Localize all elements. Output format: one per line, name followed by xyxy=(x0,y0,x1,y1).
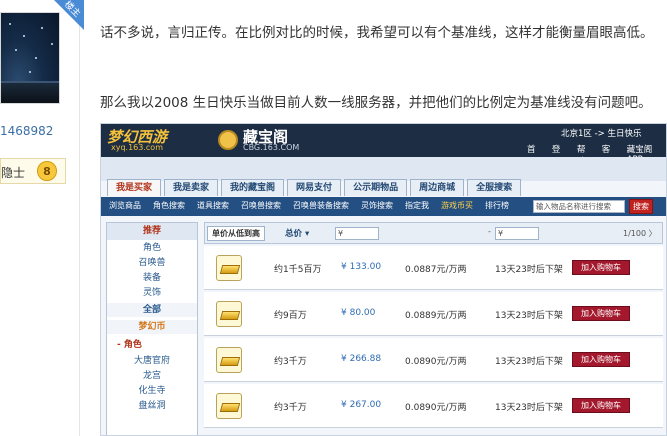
add-to-cart-button[interactable]: 加入购物车 xyxy=(572,352,630,367)
gold-ingot-icon xyxy=(216,393,242,419)
rank-level-badge: 8 xyxy=(37,161,57,181)
game-logo: 梦幻西游 xyq.163.com xyxy=(107,128,168,152)
gold-ingot-icon xyxy=(216,347,242,373)
tab-public[interactable]: 公示期物品 xyxy=(344,179,408,196)
subnav-gold-buy[interactable]: 游戏币买 xyxy=(441,200,473,211)
sidebar-category-role[interactable]: - 角色 xyxy=(107,338,197,352)
tab-seller[interactable]: 我是卖家 xyxy=(164,179,219,196)
sidebar-item-datang[interactable]: 大唐官府 xyxy=(107,354,197,368)
sidebar-item-role[interactable]: 角色 xyxy=(107,241,197,255)
subnav-ranking[interactable]: 排行榜 xyxy=(485,200,509,211)
listing-amount: 约3千万 xyxy=(274,357,307,367)
listing-unit-price: 0.0887元/万两 xyxy=(405,265,467,275)
tab-search-all[interactable]: 全服搜索 xyxy=(467,179,522,196)
subnav-accessory-search[interactable]: 灵饰搜索 xyxy=(361,200,393,211)
embedded-screenshot: 梦幻西游 xyq.163.com 藏宝阁 CBG.163.COM 北京1区 ->… xyxy=(100,123,667,436)
server-switch[interactable]: 北京1区 -> 生日快乐 xyxy=(561,127,642,139)
site-url: CBG.163.COM xyxy=(243,143,300,152)
pager[interactable]: 1/100 〉 xyxy=(623,228,657,239)
listing-amount: 约9百万 xyxy=(274,311,307,321)
category-sidebar: 推荐 角色 召唤兽 装备 灵饰 全部 梦幻币 - 角色 大唐官府 龙宫 化生寺 … xyxy=(106,222,198,435)
add-to-cart-button[interactable]: 加入购物车 xyxy=(572,306,630,321)
sidebar-item-gold[interactable]: 梦幻币 xyxy=(107,320,197,334)
sort-total-price-button[interactable]: 总价 ▾ xyxy=(285,227,309,239)
listing-time-left: 13天23时后下架 xyxy=(495,311,563,321)
item-search-input[interactable]: 输入物品名称进行搜索 xyxy=(533,200,625,213)
listing-unit-price: 0.0890元/万两 xyxy=(405,403,467,413)
subnav-pet-equip-search[interactable]: 召唤兽装备搜索 xyxy=(293,200,349,211)
sidebar-item-pansi[interactable]: 盘丝洞 xyxy=(107,399,197,413)
listing-price: ¥ 80.00 xyxy=(341,308,376,318)
user-id[interactable]: 1468982 xyxy=(0,124,53,138)
nav-zone xyxy=(101,157,666,181)
price-max-input[interactable]: ¥ xyxy=(495,227,539,240)
sidebar-item-all[interactable]: 全部 xyxy=(107,303,197,317)
gold-ingot-icon xyxy=(216,255,242,281)
sidebar-item-longgong[interactable]: 龙宫 xyxy=(107,369,197,383)
listing-row[interactable]: 约3千万 ¥ 267.00 0.0890元/万两 13天23时后下架 加入购物车 xyxy=(204,384,663,428)
add-to-cart-button[interactable]: 加入购物车 xyxy=(572,260,630,275)
subnav-item-search[interactable]: 道具搜索 xyxy=(197,200,229,211)
listing-row[interactable]: 约3千万 ¥ 266.88 0.0890元/万两 13天23时后下架 加入购物车 xyxy=(204,338,663,382)
price-min-input[interactable]: ¥ xyxy=(335,227,379,240)
tab-my-cbg[interactable]: 我的藏宝阁 xyxy=(221,179,285,196)
listing-price: ¥ 267.00 xyxy=(341,400,382,410)
listing-time-left: 13天23时后下架 xyxy=(495,403,563,413)
author-profile: 楼主 1468982 隐士 8 xyxy=(0,0,84,436)
listing-row[interactable]: 约1千5百万 ¥ 133.00 0.0887元/万两 13天23时后下架 加入购… xyxy=(204,246,663,290)
price-range-separator: - xyxy=(488,227,491,236)
sidebar-item-recommend[interactable]: 推荐 xyxy=(107,223,197,240)
listing-price: ¥ 266.88 xyxy=(341,354,382,364)
subnav-browse[interactable]: 浏览商品 xyxy=(109,200,141,211)
avatar[interactable] xyxy=(0,12,60,104)
listing-amount: 约3千万 xyxy=(274,403,307,413)
tab-mall[interactable]: 周边商城 xyxy=(410,179,465,196)
subnav-designated[interactable]: 指定我 xyxy=(405,200,429,211)
sidebar-item-pet[interactable]: 召唤兽 xyxy=(107,256,197,270)
sidebar-item-equip[interactable]: 装备 xyxy=(107,271,197,285)
main-tabs: 我是买家 我是卖家 我的藏宝阁 网易支付 公示期物品 周边商城 全服搜索 xyxy=(107,179,522,196)
listing-unit-price: 0.0890元/万两 xyxy=(405,357,467,367)
user-rank: 隐士 8 xyxy=(0,158,66,184)
add-to-cart-button[interactable]: 加入购物车 xyxy=(572,398,630,413)
item-search-button[interactable]: 搜索 xyxy=(629,199,653,214)
sub-nav: 浏览商品 角色搜索 道具搜索 召唤兽搜索 召唤兽装备搜索 灵饰搜索 指定我 游戏… xyxy=(101,197,666,216)
listing-amount: 约1千5百万 xyxy=(274,265,322,275)
subnav-pet-search[interactable]: 召唤兽搜索 xyxy=(241,200,281,211)
listing-price: ¥ 133.00 xyxy=(341,262,382,272)
rank-label: 隐士 xyxy=(1,166,26,180)
sidebar-item-huasheng[interactable]: 化生寺 xyxy=(107,384,197,398)
listing-row[interactable]: 约9百万 ¥ 80.00 0.0889元/万两 13天23时后下架 加入购物车 xyxy=(204,292,663,336)
listing-time-left: 13天23时后下架 xyxy=(495,357,563,367)
post-paragraph-2: 那么我以2008 生日快乐当做目前人数一线服务器，并把他们的比例定为基准线没有问… xyxy=(100,95,652,111)
cbg-header: 梦幻西游 xyq.163.com 藏宝阁 CBG.163.COM 北京1区 ->… xyxy=(101,124,666,167)
tab-buyer[interactable]: 我是买家 xyxy=(107,179,162,196)
coin-icon xyxy=(218,130,238,150)
listing-unit-price: 0.0889元/万两 xyxy=(405,311,467,321)
gold-ingot-icon xyxy=(216,301,242,327)
sort-unit-price-button[interactable]: 单价从低到高 xyxy=(207,226,265,241)
tab-pay[interactable]: 网易支付 xyxy=(287,179,342,196)
subnav-role-search[interactable]: 角色搜索 xyxy=(153,200,185,211)
listing-time-left: 13天23时后下架 xyxy=(495,265,563,275)
sidebar-item-accessory[interactable]: 灵饰 xyxy=(107,286,197,300)
post-paragraph-1: 话不多说，言归正传。在比例对比的时候，我希望可以有个基准线，这样才能衡量眉眼高低… xyxy=(100,25,654,41)
list-toolbar: 单价从低到高 总价 ▾ ¥ - ¥ 1/100 〉 xyxy=(204,222,663,244)
